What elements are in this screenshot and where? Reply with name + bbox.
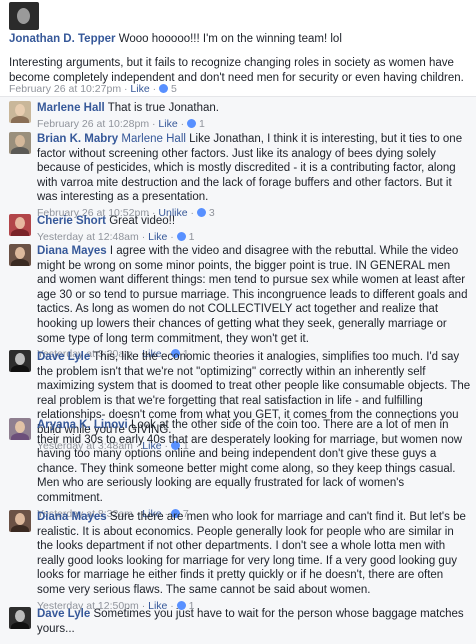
- mention-link[interactable]: Marlene Hall: [121, 133, 186, 145]
- comment-text-line: Aryana K. Linovi Look at the other side …: [37, 418, 471, 506]
- author-link[interactable]: Jonathan D. Tepper: [9, 33, 116, 45]
- comment-text: Sometimes you just have to wait for the …: [37, 608, 464, 635]
- timestamp[interactable]: February 26 at 10:28pm: [37, 118, 149, 130]
- avatar[interactable]: [9, 101, 31, 123]
- like-icon: [176, 231, 186, 241]
- author-link[interactable]: Cherie Short: [37, 215, 106, 227]
- top-post: Jonathan D. Tepper Wooo hooooo!!! I'm on…: [0, 0, 476, 95]
- like-count: 1: [198, 117, 205, 130]
- like-link[interactable]: Like: [130, 83, 149, 95]
- author-link[interactable]: Dave Lyle: [37, 608, 90, 620]
- avatar[interactable]: [9, 214, 31, 236]
- like-count: 1: [188, 230, 195, 243]
- like-link[interactable]: Like: [148, 231, 167, 243]
- like-count: 5: [170, 83, 177, 95]
- author-link[interactable]: Brian K. Mabry: [37, 133, 118, 145]
- comment-meta: February 26 at 10:28pm · Like · 1: [37, 117, 205, 130]
- comment-text: I agree with the video and disagree with…: [37, 245, 468, 345]
- author-link[interactable]: Dave Lyle: [37, 351, 90, 363]
- comment-text: That is true Jonathan.: [107, 102, 219, 114]
- comment-text-line: Marlene Hall That is true Jonathan.: [37, 101, 471, 116]
- comment-text-line: Cherie Short Great video!!: [37, 214, 471, 229]
- comment-text-line: Dave Lyle Sometimes you just have to wai…: [37, 607, 471, 636]
- post-text: Wooo hooooo!!! I'm on the winning team! …: [118, 33, 342, 45]
- timestamp[interactable]: February 26 at 10:27pm: [9, 83, 121, 95]
- avatar[interactable]: [9, 510, 31, 532]
- post-meta: February 26 at 10:27pm · Like · 5: [9, 83, 177, 95]
- avatar[interactable]: [9, 2, 39, 30]
- comment-text: Look at the other side of the coin too. …: [37, 419, 463, 504]
- comment-thread: Marlene Hall That is true Jonathan. Febr…: [0, 96, 476, 644]
- avatar[interactable]: [9, 350, 31, 372]
- author-link[interactable]: Aryana K. Linovi: [37, 419, 128, 431]
- timestamp[interactable]: Yesterday at 12:48am: [37, 231, 139, 243]
- author-link[interactable]: Marlene Hall: [37, 102, 105, 114]
- avatar[interactable]: [9, 244, 31, 266]
- comment-text-line: Diana Mayes I agree with the video and d…: [37, 244, 471, 346]
- comment-meta: Yesterday at 12:48am · Like · 1: [37, 230, 195, 243]
- author-link[interactable]: Diana Mayes: [37, 245, 107, 257]
- like-icon: [187, 118, 197, 128]
- comment-text-line: Diana Mayes Sure there are men who look …: [37, 510, 471, 598]
- comment-text: Great video!!: [109, 215, 176, 227]
- comment-text: Sure there are men who look for marriage…: [37, 511, 466, 596]
- author-link[interactable]: Diana Mayes: [37, 511, 107, 523]
- comment-text-line: Brian K. Mabry Marlene Hall Like Jonatha…: [37, 132, 471, 205]
- top-post-line: Jonathan D. Tepper Wooo hooooo!!! I'm on…: [9, 32, 469, 47]
- like-link[interactable]: Like: [158, 118, 177, 130]
- post-body: Interesting arguments, but it fails to r…: [9, 57, 464, 84]
- like-icon: [159, 84, 169, 93]
- avatar[interactable]: [9, 607, 31, 629]
- avatar[interactable]: [9, 418, 31, 440]
- avatar[interactable]: [9, 132, 31, 154]
